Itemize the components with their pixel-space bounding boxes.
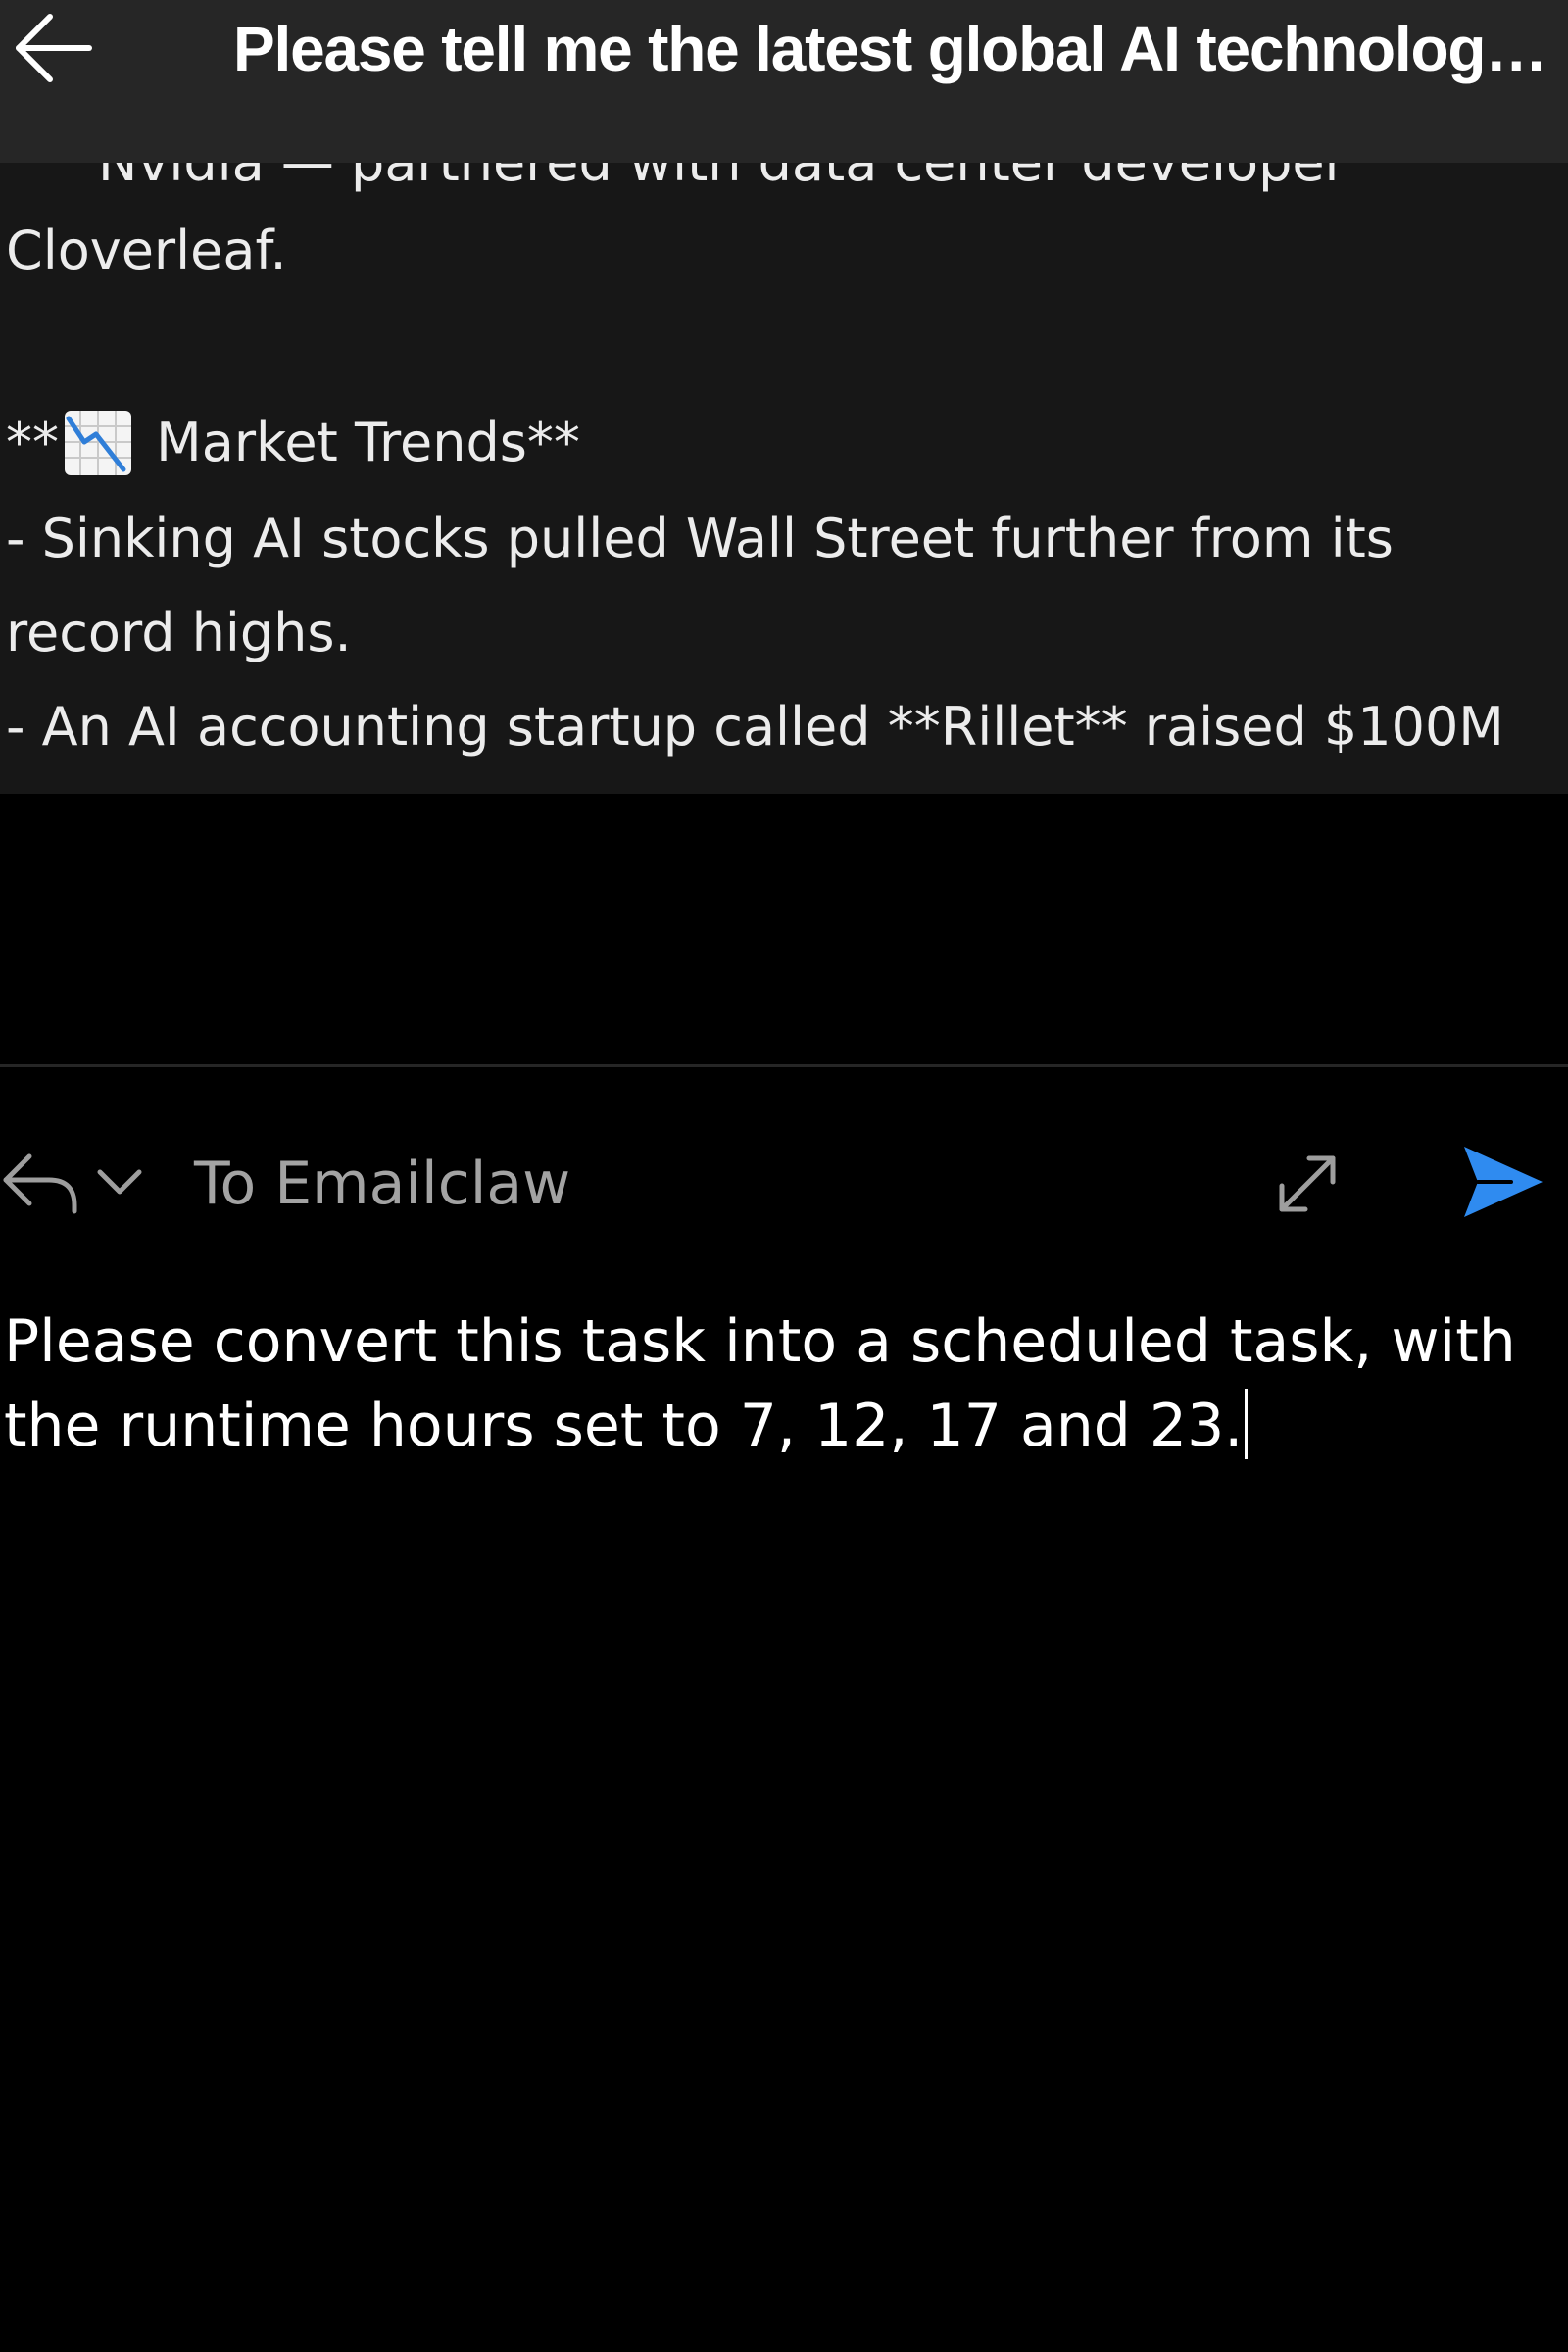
message-input-text: Please convert this task into a schedule…	[4, 1307, 1535, 1460]
message-line: - An AI accounting startup called **Rill…	[6, 696, 1504, 758]
chart-decreasing-icon	[63, 409, 133, 477]
send-icon	[1460, 1141, 1546, 1227]
message-line: - Sinking AI stocks pulled Wall Street f…	[6, 508, 1394, 569]
message-line: record highs.	[6, 602, 352, 663]
message-line: Cloverleaf.	[6, 220, 287, 281]
compose-divider	[0, 1064, 1568, 1067]
reply-mode-dropdown[interactable]	[0, 1145, 157, 1223]
heading-text: Market Trends**	[139, 412, 580, 473]
chevron-down-icon	[94, 1162, 145, 1205]
expand-button[interactable]	[1264, 1143, 1350, 1229]
expand-icon	[1270, 1147, 1345, 1225]
message-input[interactable]: Please convert this task into a schedule…	[4, 1299, 1552, 2181]
page-title: Please tell me the latest global AI tech…	[233, 14, 1551, 84]
heading-prefix: **	[6, 412, 59, 473]
send-button[interactable]	[1456, 1137, 1550, 1231]
recipient-label: To Emailclaw	[194, 1150, 571, 1218]
top-app-bar: Please tell me the latest global AI tech…	[0, 0, 1568, 163]
arrow-left-icon	[11, 7, 93, 93]
back-button[interactable]	[8, 6, 96, 94]
reply-icon	[0, 1147, 80, 1221]
text-cursor	[1245, 1389, 1249, 1459]
section-heading-market-trends: ** Market Trends**	[6, 404, 580, 482]
